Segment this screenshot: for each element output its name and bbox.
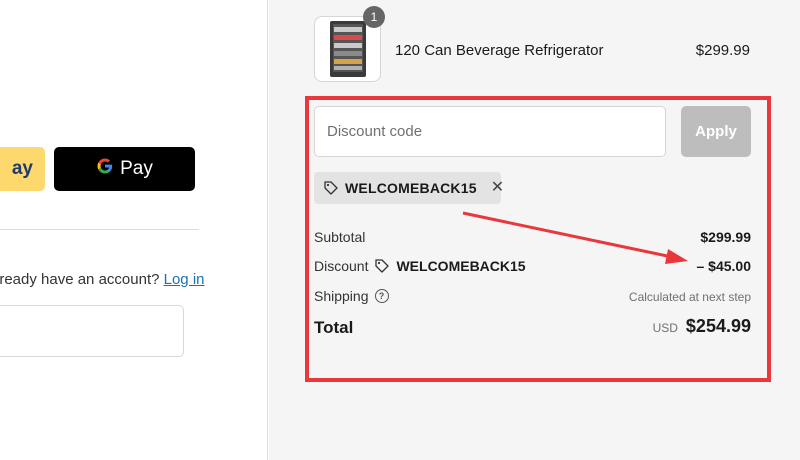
discount-label: Discount [314, 258, 369, 274]
email-field[interactable] [0, 305, 184, 357]
google-pay-label: Pay [120, 158, 153, 179]
product-price: $299.99 [695, 42, 750, 59]
google-pay-button[interactable]: Pay [54, 147, 195, 191]
subtotal-label: Subtotal [314, 229, 366, 245]
applied-code-chip: WELCOMEBACK15 ✕ [314, 172, 504, 204]
discount-code: WELCOMEBACK15 [396, 258, 526, 274]
account-prompt-line: lready have an account? Log in [0, 271, 205, 288]
login-link[interactable]: Log in [164, 271, 205, 288]
shipping-label: Shipping [314, 288, 369, 304]
tag-icon [374, 258, 390, 274]
shipping-label-row: Shipping ? [314, 288, 389, 304]
discount-label-row: Discount WELCOMEBACK15 [314, 258, 526, 274]
applied-code-label: WELCOMEBACK15 [345, 180, 477, 196]
google-g-icon [96, 157, 114, 181]
info-icon[interactable]: ? [374, 289, 389, 303]
paypal-label: ay [11, 158, 33, 179]
quantity-badge: 1 [363, 6, 385, 28]
subtotal-value: $299.99 [700, 229, 751, 245]
product-name: 120 Can Beverage Refrigerator [395, 42, 604, 59]
discount-placeholder: Discount code [327, 123, 423, 140]
total-label: Total [314, 318, 354, 337]
checkout-form-pane: ay Pay lready have an account? Log in [0, 0, 268, 460]
tag-icon [323, 180, 339, 196]
shipping-value: Calculated at next step [628, 290, 751, 304]
discount-code-input[interactable]: Discount code [314, 106, 666, 157]
paypal-button[interactable]: ay [0, 147, 45, 191]
divider [0, 229, 199, 230]
total-value-group: USD $254.99 [653, 316, 751, 337]
subtotal-label-row: Subtotal [314, 229, 365, 245]
account-prompt: lready have an account? [0, 271, 160, 288]
currency-code: USD [652, 321, 678, 335]
refrigerator-image [329, 21, 366, 77]
close-icon[interactable]: ✕ [491, 180, 504, 196]
discount-value: – $45.00 [696, 258, 752, 274]
apply-button[interactable]: Apply [681, 106, 751, 157]
total-amount: $254.99 [685, 316, 751, 336]
